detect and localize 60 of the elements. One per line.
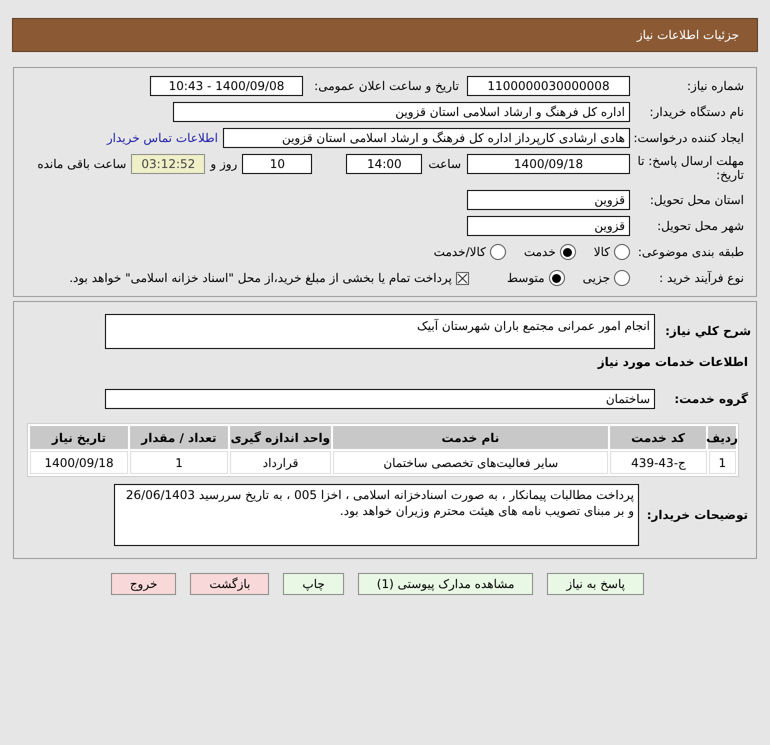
table-cell: ج-43-439 (610, 451, 707, 474)
input-field[interactable]: اداره کل فرهنگ و ارشاد اسلامی استان قزوین (173, 102, 630, 122)
section-label: گروه خدمت: (673, 391, 749, 408)
input-field[interactable]: 1100000030000008 (467, 76, 630, 96)
input-field[interactable]: 1400/09/08 - 10:43 (150, 76, 303, 96)
table-cell: 1 (708, 451, 736, 474)
column-header: واحد اندازه گیری (230, 426, 331, 449)
countdown-field: 03:12:52 (131, 154, 206, 174)
field-label: شهر محل تحویل: (656, 218, 744, 235)
field-label: طبقه بندی موضوعی: (636, 244, 744, 261)
action-button[interactable]: بازگشت (190, 573, 270, 595)
radio-button[interactable] (490, 244, 506, 260)
field-label: خدمت (524, 244, 556, 261)
radio-button[interactable] (614, 270, 630, 286)
checkbox[interactable] (456, 272, 469, 284)
field-label: تاریخ و ساعت اعلان عمومی: (313, 78, 459, 95)
radio-button[interactable] (614, 244, 630, 260)
field-label: نوع فرآیند خرید : (658, 270, 744, 287)
section-label: شرح کلي نياز: (664, 323, 751, 340)
field-label: ساعت (428, 156, 461, 173)
field-label: ایجاد کننده درخواست: (632, 130, 744, 147)
column-header: تعداد / مقدار (130, 426, 228, 449)
radio-button[interactable] (560, 244, 576, 260)
field-label: کالا/خدمت (434, 244, 486, 261)
action-button[interactable]: چاپ (283, 573, 344, 595)
summary-field[interactable]: انجام امور عمرانی مجتمع باران شهرستان آبیک (105, 314, 655, 349)
table-cell: قرارداد (230, 451, 332, 474)
column-header: کد خدمت (610, 426, 706, 449)
column-header: نام خدمت (332, 426, 608, 449)
radio-button[interactable] (548, 270, 565, 286)
input-field[interactable]: ساختمان (105, 389, 655, 409)
table-cell: 1400/09/18 (30, 451, 128, 474)
column-header: ردیف (708, 426, 736, 449)
field-label: کالا (594, 244, 610, 261)
table-cell: سایر فعالیت‌های تخصصی ساختمان (333, 451, 608, 474)
field-label: جزیی (582, 270, 610, 287)
action-button[interactable]: پاسخ به نیاز (547, 573, 644, 595)
field-label: پرداخت تمام یا بخشی از مبلغ خرید،از محل "اسناد خزانه اسلامی" خواهد بود. (69, 270, 452, 287)
field-label: متوسط (506, 270, 545, 287)
input-field[interactable]: 1400/09/18 (467, 154, 630, 174)
field-label: شماره نیاز: (686, 78, 744, 95)
column-header: تاریخ نیاز (30, 426, 128, 449)
input-field[interactable]: 10 (242, 154, 312, 174)
notes-field[interactable]: پرداخت مطالبات پیمانکار ، به صورت اسنادخزانه اسلامی ، اخزا 005 ، به تاریخ سررسید 26/06/1403 و بر مبنای تصویب نامه های هیئت محترم وزیران خواهد بود. (114, 484, 639, 546)
field-label: استان محل تحویل: (648, 192, 744, 209)
field-label: روز و (210, 156, 238, 173)
section-title: اطلاعات خدمات مورد نیاز (596, 354, 749, 371)
field-label: ساعت باقی مانده (37, 156, 126, 173)
action-button[interactable]: مشاهده مدارک پیوستی (1) (358, 573, 534, 595)
field-label: نام دستگاه خریدار: (648, 104, 744, 121)
table-cell: 1 (130, 451, 228, 474)
input-field[interactable]: هادی ارشادی کارپرداز اداره کل فرهنگ و ارشاد اسلامی استان قزوین (223, 128, 630, 148)
buyer-contact-link[interactable]: اطلاعات تماس خریدار (106, 129, 218, 147)
section-label: توضیحات خریدار: (646, 507, 749, 524)
field-label: مهلت ارسال پاسخ: تا تاریخ: (636, 154, 744, 182)
input-field[interactable]: 14:00 (346, 154, 422, 174)
action-button[interactable]: خروج (110, 573, 176, 595)
input-field[interactable]: قزوین (467, 216, 630, 236)
input-field[interactable]: قزوین (467, 190, 630, 210)
page-title: جزئیات اطلاعات نیاز (636, 27, 739, 44)
